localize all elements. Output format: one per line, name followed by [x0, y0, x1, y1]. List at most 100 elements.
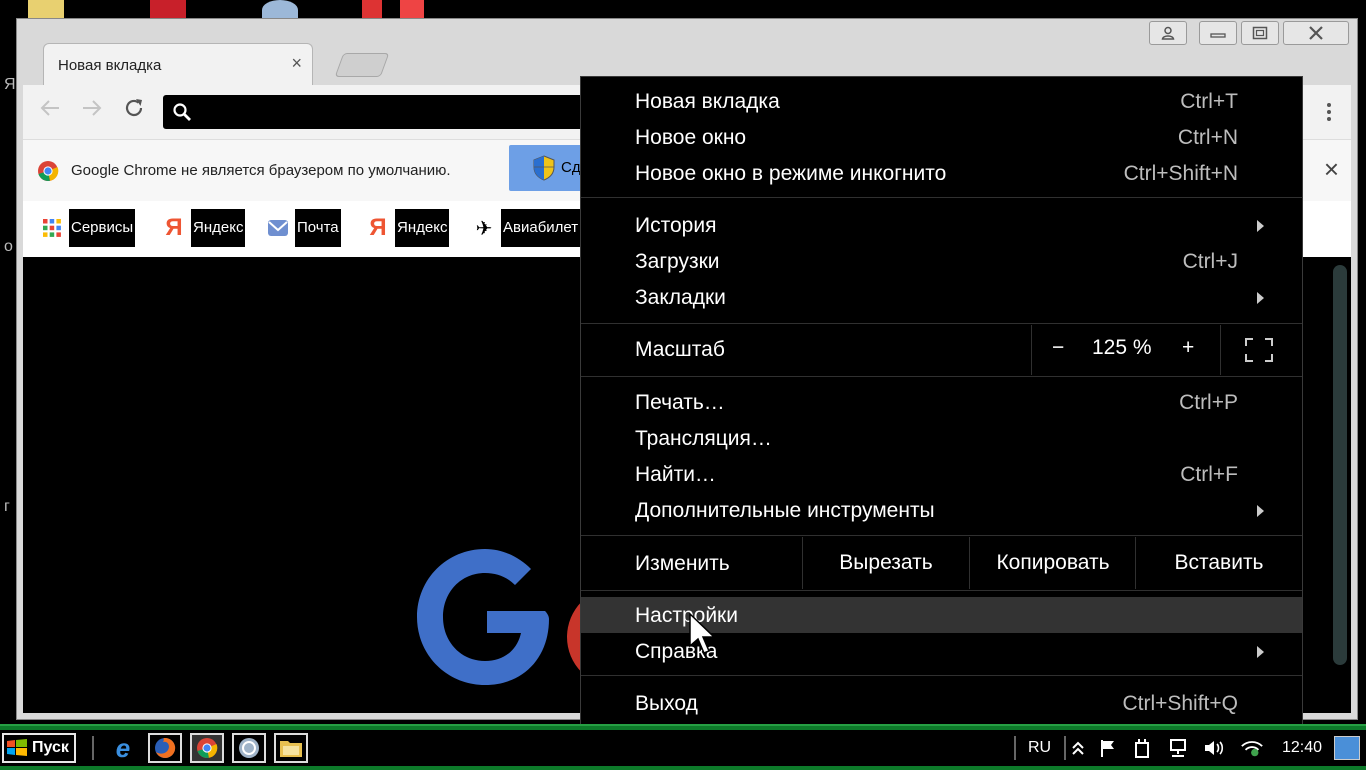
yandex-icon: Я — [369, 214, 387, 241]
volume-icon[interactable] — [1202, 736, 1226, 760]
desktop-label: г — [4, 498, 10, 515]
menu-item-downloads[interactable]: Загрузки Ctrl+J — [581, 243, 1302, 279]
wifi-icon[interactable] — [1240, 736, 1264, 760]
bookmark-yandex[interactable]: Я Яндекс — [367, 209, 450, 247]
plane-icon: ✈ — [475, 217, 493, 240]
shield-icon — [533, 155, 555, 181]
chrome-icon — [197, 738, 218, 758]
set-default-button-label: Сд — [561, 159, 581, 176]
taskbar-firefox-button[interactable] — [148, 733, 182, 763]
menu-separator — [581, 323, 1302, 324]
yandex-icon: Я — [165, 214, 183, 241]
desktop-app-icon[interactable] — [362, 0, 382, 20]
desktop-label: о — [4, 238, 13, 255]
menu-item-new-window[interactable]: Новое окно Ctrl+N — [581, 119, 1302, 155]
network-icon[interactable] — [1166, 736, 1190, 760]
submenu-arrow-icon — [1257, 505, 1264, 517]
infobar-message: Google Chrome не является браузером по у… — [71, 162, 451, 179]
desktop-app-icon[interactable] — [400, 0, 424, 20]
menu-item-label: Закладки — [635, 286, 726, 309]
reload-button[interactable] — [123, 97, 145, 125]
set-default-button[interactable]: Сд — [509, 145, 589, 191]
tray-divider — [1014, 736, 1016, 760]
bookmark-label: Почта — [295, 209, 341, 247]
tab-new-tab[interactable]: Новая вкладка × — [43, 43, 313, 86]
clock[interactable]: 12:40 — [1282, 739, 1322, 757]
bookmark-avia[interactable]: ✈ Авиабилет — [473, 209, 581, 247]
search-icon — [173, 103, 191, 121]
taskbar: Пуск e RU 12:40 — [0, 724, 1366, 770]
infobar-close-button[interactable]: × — [1324, 154, 1339, 185]
forward-arrow-icon — [83, 100, 102, 116]
menu-dot — [1327, 103, 1331, 107]
new-tab-button[interactable] — [334, 53, 390, 77]
tray-expand-icon[interactable] — [1066, 736, 1090, 760]
desktop-app-icon[interactable] — [150, 0, 186, 20]
menu-item-find[interactable]: Найти… Ctrl+F — [581, 456, 1302, 492]
menu-item-new-tab[interactable]: Новая вкладка Ctrl+T — [581, 83, 1302, 119]
menu-item-history[interactable]: История — [581, 207, 1302, 243]
paste-button[interactable]: Вставить — [1135, 537, 1302, 589]
start-label: Пуск — [32, 739, 69, 756]
menu-item-more-tools[interactable]: Дополнительные инструменты — [581, 492, 1302, 528]
menu-item-label: Настройки — [635, 604, 738, 627]
menu-item-cast[interactable]: Трансляция… — [581, 420, 1302, 456]
taskbar-app-button[interactable] — [232, 733, 266, 763]
menu-item-label: Новое окно в режиме инкогнито — [635, 162, 947, 185]
device-icon[interactable] — [1130, 736, 1154, 760]
menu-separator — [581, 535, 1302, 536]
menu-item-label: Новая вкладка — [635, 90, 780, 113]
bookmark-mail[interactable]: Почта — [267, 209, 341, 247]
menu-item-print[interactable]: Печать… Ctrl+P — [581, 384, 1302, 420]
menu-separator — [581, 197, 1302, 198]
bookmark-label: Авиабилет — [501, 209, 581, 247]
desktop-globe-icon[interactable] — [262, 0, 298, 20]
taskbar-ie-button[interactable]: e — [106, 733, 140, 763]
submenu-arrow-icon — [1257, 646, 1264, 658]
zoom-out-button[interactable]: − — [1052, 336, 1064, 360]
reload-icon — [125, 99, 143, 117]
submenu-arrow-icon — [1257, 292, 1264, 304]
fullscreen-icon[interactable] — [1245, 338, 1273, 362]
desktop-label: Я — [4, 76, 16, 93]
menu-item-label: История — [635, 214, 717, 237]
mail-icon — [267, 217, 289, 239]
bookmark-label: Сервисы — [69, 209, 136, 247]
copy-button[interactable]: Копировать — [969, 537, 1136, 589]
zoom-controls: − 125 % + — [1031, 325, 1221, 375]
menu-item-incognito[interactable]: Новое окно в режиме инкогнито Ctrl+Shift… — [581, 155, 1302, 191]
menu-item-shortcut: Ctrl+J — [1182, 250, 1238, 273]
desktop-folder-icon[interactable] — [28, 0, 64, 20]
taskbar-strip: Пуск e RU 12:40 — [0, 730, 1366, 766]
close-icon — [1309, 26, 1323, 40]
scrollbar-thumb[interactable] — [1333, 265, 1347, 665]
start-button[interactable]: Пуск — [2, 733, 76, 763]
menu-item-shortcut: Ctrl+N — [1177, 126, 1238, 149]
vertical-scrollbar[interactable] — [1329, 257, 1351, 713]
edit-label: Изменить — [635, 552, 730, 575]
show-desktop-button[interactable] — [1334, 736, 1360, 760]
internet-explorer-icon: e — [115, 732, 131, 763]
menu-item-bookmarks[interactable]: Закладки — [581, 279, 1302, 315]
taskbar-explorer-button[interactable] — [274, 733, 308, 763]
forward-button[interactable] — [81, 97, 103, 125]
bookmark-services[interactable]: Сервисы — [41, 209, 136, 247]
menu-item-exit[interactable]: Выход Ctrl+Shift+Q — [581, 685, 1302, 721]
action-center-flag-icon[interactable] — [1096, 736, 1120, 760]
restore-icon — [1252, 26, 1268, 40]
taskbar-chrome-button[interactable] — [190, 733, 224, 763]
chrome-menu-button[interactable] — [1315, 97, 1343, 127]
tab-close-button[interactable]: × — [291, 53, 302, 74]
zoom-in-button[interactable]: + — [1182, 336, 1194, 360]
cut-button[interactable]: Вырезать — [802, 537, 969, 589]
app-circle-icon — [239, 738, 259, 758]
taskbar-divider — [92, 736, 94, 760]
mouse-cursor-icon — [689, 612, 716, 654]
back-button[interactable] — [39, 97, 61, 125]
bookmark-yandex[interactable]: Я Яндекс — [163, 209, 246, 247]
menu-dot — [1327, 110, 1331, 114]
apps-grid-icon — [41, 217, 63, 239]
language-indicator[interactable]: RU — [1028, 739, 1051, 757]
system-tray: RU 12:40 — [1010, 730, 1366, 766]
back-arrow-icon — [40, 100, 59, 116]
